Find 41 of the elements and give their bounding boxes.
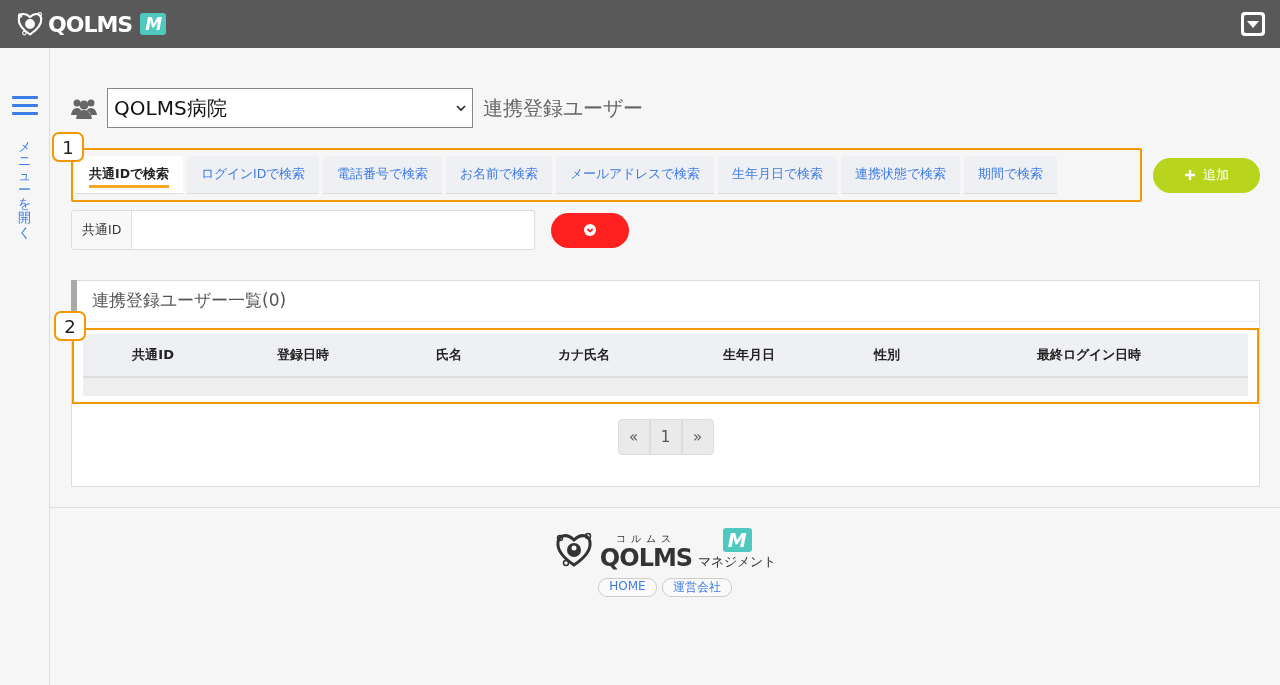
logo-subtitle: マネジメント [698, 554, 777, 570]
search-tab[interactable]: 期間で検索 [964, 156, 1058, 194]
search-tab[interactable]: メールアドレスで検索 [556, 156, 715, 194]
column-header: 共通ID [83, 334, 224, 377]
column-header: 生年月日 [654, 334, 844, 377]
next-page-button[interactable]: » [681, 419, 714, 455]
callout-badge: 1 [52, 132, 84, 162]
search-tab[interactable]: 連携状態で検索 [841, 156, 961, 194]
column-header: カナ氏名 [513, 334, 655, 377]
logo-badge: M [722, 528, 752, 552]
search-tab[interactable]: 共通IDで検索 [75, 156, 184, 194]
menu-icon [11, 96, 38, 116]
users-icon [71, 97, 97, 119]
dropdown-icon[interactable] [1240, 11, 1266, 37]
search-tab[interactable]: お名前で検索 [446, 156, 553, 194]
page-button[interactable]: 1 [649, 419, 682, 455]
footer-link[interactable]: HOME [598, 578, 657, 597]
page-title: 連携登録ユーザー [483, 94, 643, 122]
column-header: 最終ログイン日時 [929, 334, 1248, 377]
field-label: 共通ID [71, 210, 133, 250]
logo-badge: M [140, 13, 167, 35]
column-header: 氏名 [383, 334, 514, 377]
logo-text: QOLMS [48, 11, 133, 37]
chevron-icon [456, 104, 466, 112]
search-tab[interactable]: 生年月日で検索 [718, 156, 838, 194]
menu-button[interactable]: メニューを開く [0, 48, 49, 242]
callout-badge: 2 [54, 311, 86, 341]
logo-text: QOLMS [599, 546, 693, 570]
search-tab[interactable]: ログインIDで検索 [187, 156, 320, 194]
column-header: 登録日時 [223, 334, 384, 377]
facility-select[interactable]: QOLMS病院 [107, 88, 473, 128]
search-tab[interactable]: 電話番号で検索 [323, 156, 443, 194]
heart-logo-icon [16, 10, 44, 38]
search-field[interactable] [132, 210, 535, 250]
prev-page-button[interactable]: « [617, 419, 650, 455]
footer-link[interactable]: 運営会社 [661, 578, 732, 597]
column-header: 性別 [843, 334, 930, 377]
plus-icon [1184, 170, 1195, 180]
search-button[interactable] [551, 212, 629, 248]
logo-ruby: コルムス [616, 532, 676, 546]
check-circle-icon [584, 224, 596, 236]
